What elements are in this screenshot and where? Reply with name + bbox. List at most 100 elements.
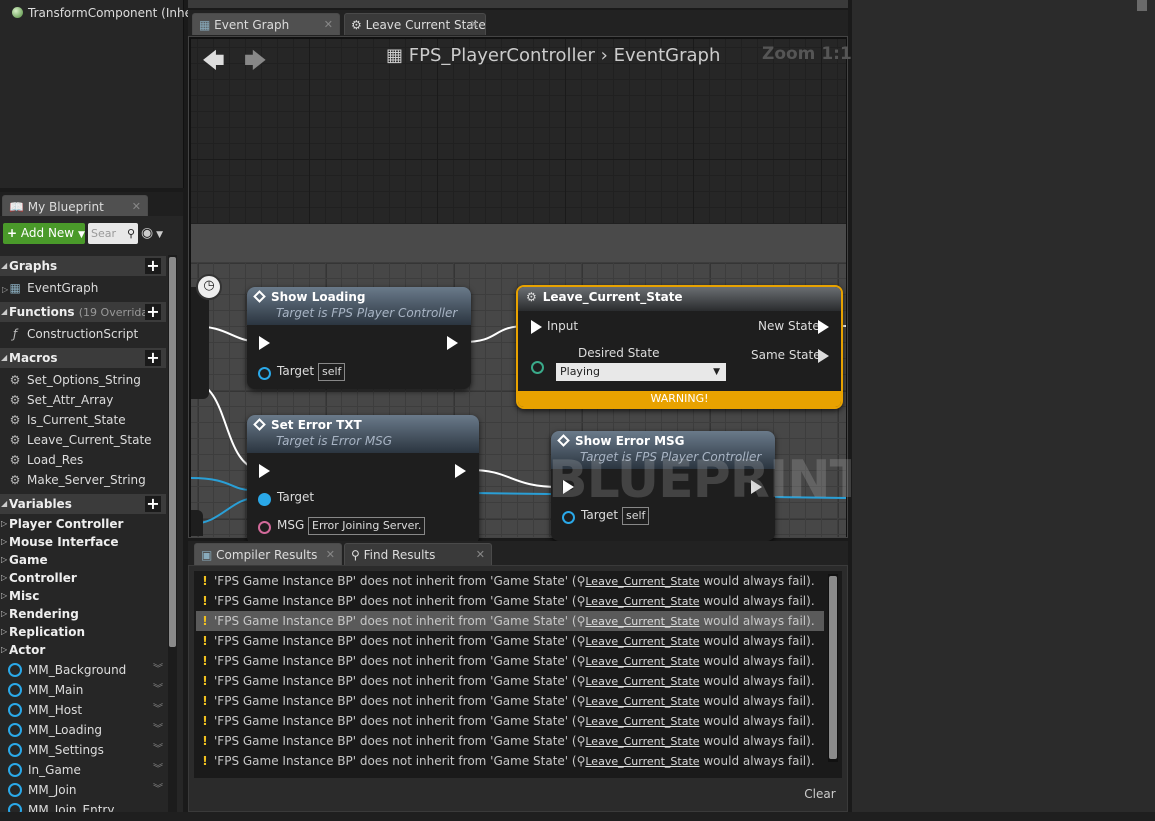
- result-row[interactable]: ! 'FPS Game Instance BP' does not inherit…: [196, 651, 824, 671]
- variable-category[interactable]: ▷ Player Controller: [0, 515, 123, 533]
- variable-category[interactable]: ▷ Mouse Interface: [0, 533, 119, 551]
- result-row-selected[interactable]: ! 'FPS Game Instance BP' does not inherit…: [196, 611, 824, 631]
- add-variable-button[interactable]: +: [145, 496, 161, 512]
- message-link[interactable]: Leave_Current_State: [585, 735, 699, 748]
- node-partial[interactable]: [191, 510, 203, 536]
- tab-leave-current-state[interactable]: ⚙ Leave Current State ✕: [344, 13, 486, 35]
- node-show-loading[interactable]: Show Loading Target is FPS Player Contro…: [247, 287, 471, 389]
- section-macros[interactable]: ◢ Macros +: [0, 348, 166, 368]
- macro-item[interactable]: ⚙ Leave_Current_State: [8, 430, 152, 450]
- target-pin[interactable]: [258, 367, 271, 380]
- result-row[interactable]: ! 'FPS Game Instance BP' does not inherit…: [196, 691, 824, 711]
- close-icon[interactable]: ✕: [132, 196, 141, 217]
- node-leave-current-state[interactable]: ⚙ Leave_Current_State Input New State Des…: [516, 285, 843, 409]
- msg-pin[interactable]: [258, 521, 271, 534]
- exec-in-pin[interactable]: [531, 320, 542, 334]
- chevron-icon: ︾: [153, 664, 163, 675]
- msg-value[interactable]: Error Joining Server.: [308, 517, 426, 535]
- component-label: TransformComponent (Inhe: [28, 6, 192, 20]
- sidebar-scrollbar-thumb[interactable]: [169, 257, 176, 647]
- function-item-constructionscript[interactable]: ƒ ConstructionScript: [8, 324, 138, 344]
- close-icon[interactable]: ✕: [470, 14, 479, 35]
- macro-item[interactable]: ⚙ Load_Res: [8, 450, 84, 470]
- message-link[interactable]: Leave_Current_State: [585, 755, 699, 768]
- breadcrumb-root[interactable]: FPS_PlayerController: [409, 45, 595, 66]
- clear-button[interactable]: Clear: [800, 784, 840, 804]
- variable-item[interactable]: MM_Loading ︾: [8, 720, 163, 740]
- enum-pin[interactable]: [531, 361, 544, 374]
- section-variables[interactable]: ◢ Variables +: [0, 494, 166, 514]
- close-icon[interactable]: ✕: [324, 14, 333, 35]
- message-link[interactable]: Leave_Current_State: [585, 655, 699, 668]
- expand-triangle-icon: ▷: [1, 573, 8, 582]
- variable-item[interactable]: In_Game ︾: [8, 760, 163, 780]
- forward-arrow-icon[interactable]: 🡆: [244, 44, 267, 82]
- tab-event-graph[interactable]: ▦ Event Graph ✕: [192, 13, 340, 35]
- variable-item[interactable]: MM_Background ︾: [8, 660, 163, 680]
- variable-item[interactable]: MM_Settings ︾: [8, 740, 163, 760]
- variable-category[interactable]: ▷ Actor: [0, 641, 45, 659]
- view-options-button[interactable]: ◉ ▼: [141, 223, 173, 244]
- message-link[interactable]: Leave_Current_State: [585, 695, 699, 708]
- node-set-error-txt[interactable]: Set Error TXT Target is Error MSG Target…: [247, 415, 479, 545]
- tab-find-results[interactable]: ⚲ Find Results ✕: [344, 543, 492, 565]
- message-link[interactable]: Leave_Current_State: [585, 675, 699, 688]
- collapse-triangle-icon: ◢: [1, 261, 8, 270]
- section-functions[interactable]: ◢ Functions (19 Overridabl +: [0, 302, 166, 322]
- desired-state-dropdown[interactable]: Playing ▼: [556, 363, 726, 381]
- add-function-button[interactable]: +: [145, 304, 161, 320]
- variable-category[interactable]: ▷ Rendering: [0, 605, 79, 623]
- variable-category[interactable]: ▷ Controller: [0, 569, 77, 587]
- details-scrollbar-thumb[interactable]: [1137, 0, 1147, 11]
- result-row[interactable]: ! 'FPS Game Instance BP' does not inherit…: [196, 671, 824, 691]
- status-strip: [0, 812, 1155, 821]
- message-link[interactable]: Leave_Current_State: [585, 575, 699, 588]
- add-new-button[interactable]: + Add New ▼: [3, 223, 85, 244]
- tab-my-blueprint[interactable]: 📖 My Blueprint ✕: [2, 195, 148, 217]
- component-item-transform[interactable]: TransformComponent (Inhe: [12, 6, 192, 20]
- result-row[interactable]: ! 'FPS Game Instance BP' does not inherit…: [196, 751, 824, 771]
- exec-in-pin[interactable]: [259, 336, 270, 350]
- result-row[interactable]: ! 'FPS Game Instance BP' does not inherit…: [196, 711, 824, 731]
- results-scrollbar-thumb[interactable]: [829, 576, 837, 759]
- target-pin[interactable]: [258, 493, 271, 506]
- close-icon[interactable]: ✕: [326, 544, 335, 565]
- graph-icon: ▦: [199, 18, 211, 32]
- variable-item[interactable]: MM_Host ︾: [8, 700, 163, 720]
- variable-item[interactable]: MM_Main ︾: [8, 680, 163, 700]
- message-link[interactable]: Leave_Current_State: [585, 595, 699, 608]
- variable-item[interactable]: MM_Join_Entry: [8, 800, 163, 812]
- result-row[interactable]: ! 'FPS Game Instance BP' does not inherit…: [196, 731, 824, 751]
- macro-item[interactable]: ⚙ Set_Options_String: [8, 370, 141, 390]
- message-link[interactable]: Leave_Current_State: [585, 715, 699, 728]
- node-partial[interactable]: [191, 287, 209, 399]
- macro-item[interactable]: ⚙ Is_Current_State: [8, 410, 126, 430]
- message-link[interactable]: Leave_Current_State: [585, 635, 699, 648]
- exec-out-pin[interactable]: [818, 349, 829, 363]
- macro-item[interactable]: ⚙ Set_Attr_Array: [8, 390, 114, 410]
- breadcrumb-leaf[interactable]: EventGraph: [614, 45, 721, 66]
- message-link[interactable]: Leave_Current_State: [585, 615, 699, 628]
- add-graph-button[interactable]: +: [145, 258, 161, 274]
- variable-item[interactable]: MM_Join ︾: [8, 780, 163, 800]
- result-row[interactable]: ! 'FPS Game Instance BP' does not inherit…: [196, 571, 824, 591]
- add-macro-button[interactable]: +: [145, 350, 161, 366]
- section-graphs[interactable]: ◢ Graphs +: [0, 256, 166, 276]
- variable-category[interactable]: ▷ Misc: [0, 587, 39, 605]
- search-input[interactable]: Sear ⚲: [88, 223, 138, 244]
- tab-compiler-results[interactable]: ▣ Compiler Results ✕: [194, 543, 342, 565]
- target-value[interactable]: self: [318, 363, 346, 381]
- graph-item-eventgraph[interactable]: ▷▦ EventGraph: [2, 278, 98, 298]
- variable-category[interactable]: ▷ Replication: [0, 623, 85, 641]
- exec-in-pin[interactable]: [259, 464, 270, 478]
- variable-category[interactable]: ▷ Game: [0, 551, 48, 569]
- exec-out-pin[interactable]: [447, 336, 458, 350]
- exec-out-pin[interactable]: [455, 464, 466, 478]
- exec-out-pin[interactable]: [818, 320, 829, 334]
- close-icon[interactable]: ✕: [476, 544, 485, 565]
- macro-item[interactable]: ⚙ Make_Server_String: [8, 470, 146, 490]
- back-arrow-icon[interactable]: 🡄: [202, 44, 225, 82]
- target-pin[interactable]: [562, 511, 575, 524]
- result-row[interactable]: ! 'FPS Game Instance BP' does not inherit…: [196, 591, 824, 611]
- result-row[interactable]: ! 'FPS Game Instance BP' does not inherit…: [196, 631, 824, 651]
